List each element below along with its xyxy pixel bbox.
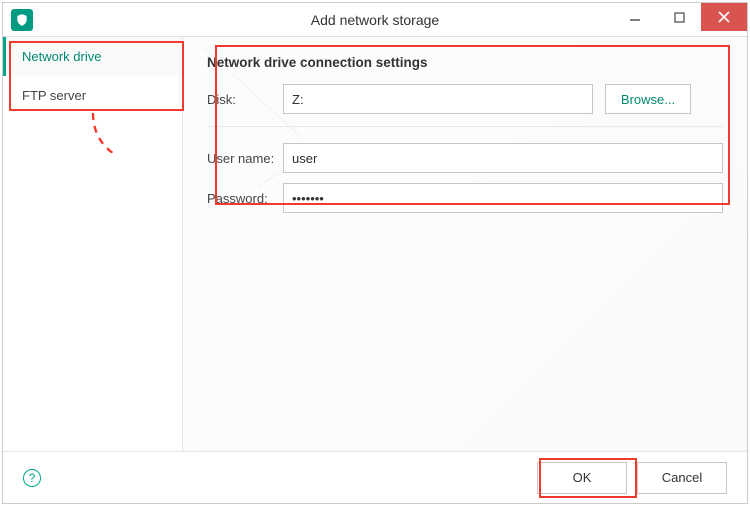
username-row: User name: bbox=[207, 143, 723, 173]
ok-button[interactable]: OK bbox=[537, 462, 627, 494]
sidebar-item-label: FTP server bbox=[22, 88, 86, 103]
disk-row: Disk: Browse... bbox=[207, 84, 723, 114]
disk-label: Disk: bbox=[207, 92, 283, 107]
dialog-window: Add network storage Network d bbox=[2, 2, 748, 504]
section-title: Network drive connection settings bbox=[207, 55, 723, 70]
content-area: Network drive FTP server Network drive c… bbox=[3, 37, 747, 451]
window-controls bbox=[613, 3, 747, 31]
help-label: ? bbox=[29, 471, 36, 485]
help-icon[interactable]: ? bbox=[23, 469, 41, 487]
sidebar: Network drive FTP server bbox=[3, 37, 183, 451]
sidebar-item-network-drive[interactable]: Network drive bbox=[3, 37, 182, 76]
password-label: Password: bbox=[207, 191, 283, 206]
divider bbox=[207, 126, 723, 127]
maximize-button[interactable] bbox=[657, 3, 701, 31]
minimize-button[interactable] bbox=[613, 3, 657, 31]
password-input[interactable] bbox=[283, 183, 723, 213]
username-label: User name: bbox=[207, 151, 283, 166]
password-row: Password: bbox=[207, 183, 723, 213]
footer: ? OK Cancel bbox=[3, 451, 747, 503]
browse-button[interactable]: Browse... bbox=[605, 84, 691, 114]
form-panel: Network drive connection settings Disk: … bbox=[183, 37, 747, 451]
titlebar: Add network storage bbox=[3, 3, 747, 37]
cancel-button[interactable]: Cancel bbox=[637, 462, 727, 494]
close-button[interactable] bbox=[701, 3, 747, 31]
disk-input[interactable] bbox=[283, 84, 593, 114]
sidebar-item-ftp-server[interactable]: FTP server bbox=[3, 76, 182, 115]
sidebar-item-label: Network drive bbox=[22, 49, 101, 64]
username-input[interactable] bbox=[283, 143, 723, 173]
app-shield-icon bbox=[11, 9, 33, 31]
